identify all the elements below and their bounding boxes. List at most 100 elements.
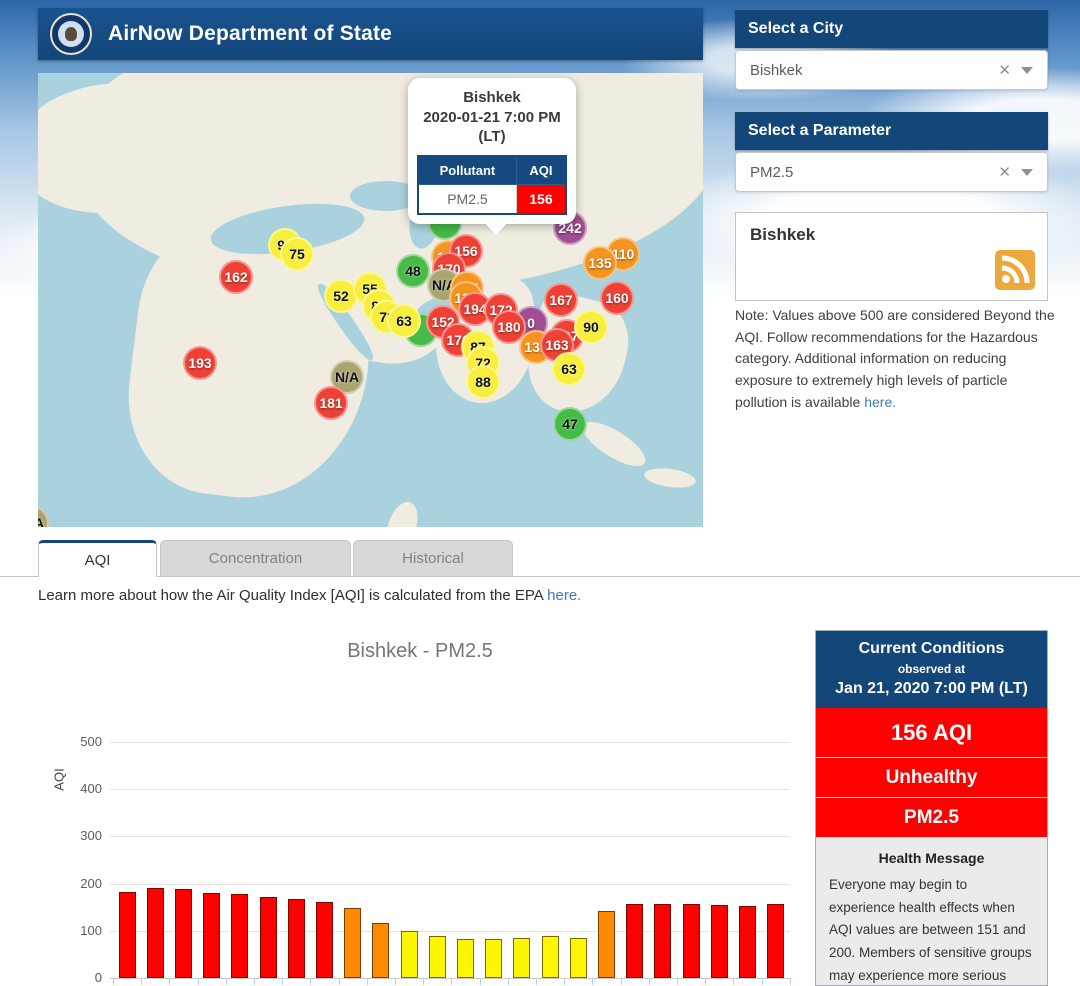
feed-box: Bishkek	[735, 212, 1048, 301]
tab-concentration[interactable]: Concentration	[160, 540, 351, 576]
parameter-select-value: PM2.5	[750, 163, 794, 181]
chart-x-tick	[620, 978, 622, 985]
chart-x-tick	[310, 978, 312, 985]
chart-x-tick	[451, 978, 453, 985]
chart-x-tick	[761, 978, 763, 985]
chart-plot: 01002003004005008 PM9 PM10 PM11 PM2020 1…	[40, 694, 800, 986]
app-header: AirNow Department of State	[38, 8, 703, 60]
chart-x-tick	[733, 978, 735, 985]
chart-bar	[541, 936, 559, 978]
chart-x-tick	[225, 978, 227, 985]
map-marker-aqi[interactable]: 135	[583, 246, 617, 280]
map-island-sumatra	[576, 413, 652, 475]
chart-x-tick	[338, 978, 340, 985]
popup-col-aqi: AQI	[515, 155, 567, 185]
chart-y-tick-label: 200	[80, 875, 102, 891]
learn-more-text: Learn more about how the Air Quality Ind…	[38, 587, 548, 604]
map[interactable]: 9275162485255887363193N/A181242110156170…	[38, 73, 703, 527]
map-island-madagascar	[380, 497, 424, 527]
chart-y-tick-label: 500	[80, 734, 102, 749]
map-marker-aqi[interactable]: 181	[314, 386, 348, 420]
page-title: AirNow Department of State	[108, 22, 393, 45]
chart-x-tick	[254, 978, 255, 985]
parameter-select[interactable]: PM2.5 ✕	[735, 152, 1048, 192]
chart-bar	[654, 903, 672, 978]
tab-historical[interactable]: Historical	[353, 540, 513, 576]
city-clear-icon[interactable]: ✕	[988, 61, 1021, 79]
department-of-state-seal-icon	[50, 13, 92, 55]
feed-city-title: Bishkek	[750, 225, 816, 244]
chart-y-tick-label: 300	[80, 828, 102, 844]
learn-more-here-link[interactable]: here.	[547, 587, 581, 604]
map-marker-aqi[interactable]: 48	[396, 254, 430, 288]
map-marker-aqi[interactable]: 88	[466, 365, 500, 399]
chart-x-tick	[705, 978, 707, 985]
city-select-value: Bishkek	[750, 61, 803, 79]
health-message-title: Health Message	[878, 850, 985, 866]
aqi-note-here-link[interactable]: here.	[864, 394, 896, 410]
chart-bar	[175, 889, 192, 978]
current-conditions-title: Current Conditions	[858, 640, 1005, 657]
map-marker-aqi[interactable]: N/A	[38, 506, 49, 527]
chart-x-tick	[536, 978, 537, 985]
chart-x-tick	[113, 978, 114, 985]
chart-bar	[259, 897, 277, 978]
map-marker-aqi[interactable]: 47	[553, 407, 587, 441]
parameter-clear-icon[interactable]: ✕	[988, 163, 1021, 181]
rss-feed-icon[interactable]	[995, 250, 1035, 290]
chart-gridline	[110, 883, 790, 885]
popup-col-pollutant: Pollutant	[417, 155, 517, 185]
pollutant-banner: PM2.5	[816, 797, 1047, 837]
chart-x-tick	[592, 978, 594, 985]
chart-bar	[428, 936, 446, 978]
aqi-chart: Bishkek - PM2.5 AQI 01002003004005008 PM…	[40, 632, 800, 986]
map-marker-aqi[interactable]: 160	[600, 281, 634, 315]
map-marker-aqi[interactable]: 63	[387, 304, 421, 338]
chart-gridline	[110, 836, 790, 838]
chart-bar	[372, 922, 390, 978]
chart-bar	[316, 902, 333, 978]
chart-x-tick	[423, 978, 425, 985]
map-marker-aqi[interactable]: 167	[544, 283, 578, 317]
chart-gridline	[110, 789, 790, 791]
observed-at-label: observed at	[897, 662, 966, 676]
chart-x-tick	[169, 978, 171, 985]
chart-x-tick	[141, 978, 143, 985]
aqi-note: Note: Values above 500 are considered Be…	[735, 305, 1057, 413]
map-marker-aqi[interactable]: 63	[552, 352, 586, 386]
popup-pollutant-value: PM2.5	[417, 183, 517, 214]
map-popup: Bishkek 2020-01-21 7:00 PM (LT) Pollutan…	[408, 78, 576, 234]
chart-bar	[569, 938, 587, 978]
chart-bar	[457, 938, 474, 978]
airnow-page: AirNow Department of State 9275162485255…	[0, 0, 1080, 986]
chart-bar	[400, 931, 418, 978]
map-marker-aqi[interactable]: 75	[280, 237, 314, 271]
chart-x-tick	[366, 978, 368, 985]
tab-aqi[interactable]: AQI	[38, 540, 157, 577]
map-marker-aqi[interactable]: 90	[574, 310, 608, 344]
chart-x-tick	[648, 978, 650, 985]
city-dropdown-caret-icon[interactable]	[1021, 66, 1033, 74]
select-parameter-label: Select a Parameter	[748, 122, 892, 139]
chart-x-tick	[507, 978, 509, 985]
chart-bar	[598, 911, 615, 978]
chart-title: Bishkek - PM2.5	[347, 640, 493, 662]
chart-gridline	[110, 978, 790, 979]
popup-aqi-value: 156	[516, 184, 566, 214]
select-city-label: Select a City	[748, 20, 844, 37]
health-message-text: Everyone may begin to experience health …	[829, 877, 1032, 983]
parameter-dropdown-caret-icon[interactable]	[1021, 168, 1033, 176]
select-city-header: Select a City	[735, 10, 1048, 48]
city-select[interactable]: Bishkek ✕	[735, 50, 1048, 90]
chart-x-tick	[395, 978, 396, 985]
popup-datetime: 2020-01-21 7:00 PM (LT)	[423, 108, 561, 146]
learn-more-line: Learn more about how the Air Quality Ind…	[38, 587, 581, 604]
chart-x-tick	[564, 978, 566, 985]
observed-time: Jan 21, 2020 7:00 PM (LT)	[835, 680, 1028, 697]
map-marker-aqi[interactable]: 193	[183, 346, 217, 380]
chart-bar	[485, 938, 503, 978]
map-marker-aqi[interactable]: 162	[219, 260, 253, 294]
map-island-java	[643, 465, 697, 491]
chart-bar	[287, 899, 305, 978]
chart-x-tick	[282, 978, 284, 985]
